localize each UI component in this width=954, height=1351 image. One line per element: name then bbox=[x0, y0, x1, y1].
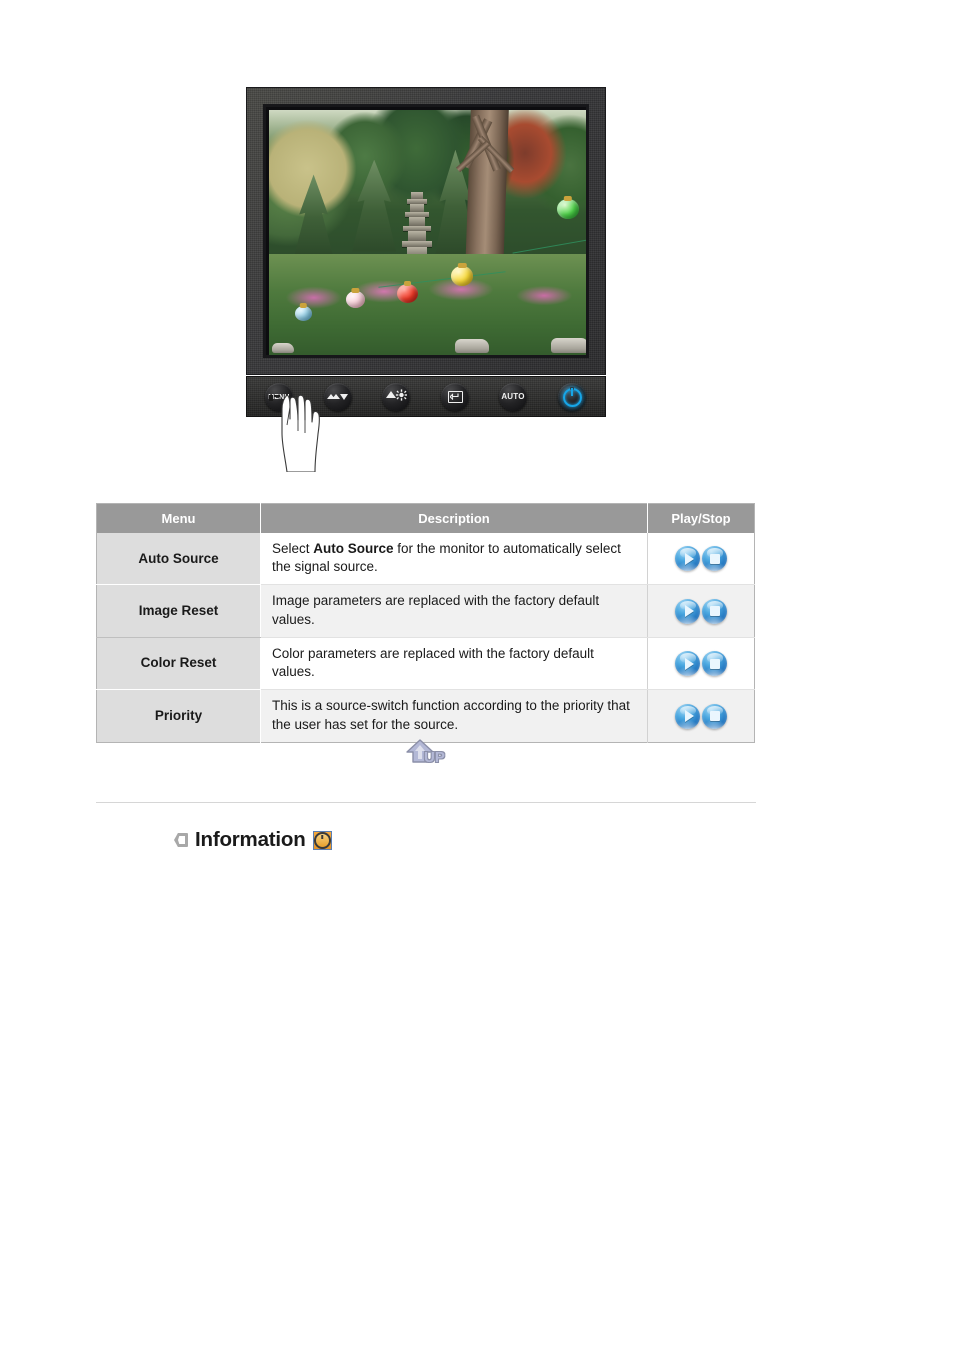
power-button[interactable] bbox=[558, 383, 586, 411]
menu-name-cell: Color Reset bbox=[96, 637, 261, 691]
stop-icon bbox=[709, 711, 720, 722]
playstop-cell bbox=[647, 533, 755, 586]
stop-button[interactable] bbox=[702, 703, 727, 729]
playstop-cell bbox=[647, 584, 755, 638]
description-text-pre: Image parameters are replaced with the f… bbox=[272, 593, 600, 627]
stop-button[interactable] bbox=[702, 651, 727, 677]
play-button[interactable] bbox=[675, 598, 700, 624]
description-cell: Image parameters are replaced with the f… bbox=[260, 584, 648, 638]
play-icon bbox=[684, 710, 694, 723]
brightness-button[interactable] bbox=[382, 383, 410, 411]
play-button[interactable] bbox=[675, 703, 700, 729]
clock-icon[interactable] bbox=[312, 830, 332, 850]
playstop-cell bbox=[647, 637, 755, 691]
scene-stone bbox=[550, 338, 586, 354]
scene-stone bbox=[454, 339, 489, 354]
monitor-inner-frame bbox=[263, 104, 589, 358]
scene-lantern-pink bbox=[345, 291, 365, 309]
information-section-heading: Information bbox=[174, 828, 332, 852]
stop-icon bbox=[709, 553, 720, 564]
description-cell: Select Auto Source for the monitor to au… bbox=[260, 533, 648, 586]
stop-icon bbox=[709, 606, 720, 617]
playstop-cell bbox=[647, 689, 755, 743]
section-divider bbox=[96, 802, 756, 803]
scene-stone bbox=[272, 343, 295, 354]
stop-button[interactable] bbox=[702, 546, 727, 572]
play-button[interactable] bbox=[675, 546, 700, 572]
menu-name-cell: Auto Source bbox=[96, 533, 261, 586]
volume-down-icon bbox=[327, 391, 349, 403]
menu-name-cell: Priority bbox=[96, 689, 261, 743]
up-button-label: UP bbox=[424, 749, 445, 766]
column-header-description: Description bbox=[260, 503, 648, 533]
play-icon bbox=[684, 657, 694, 670]
description-text-pre: Select bbox=[272, 541, 314, 556]
table-row: Priority This is a source-switch functio… bbox=[96, 689, 755, 743]
power-icon bbox=[562, 387, 582, 407]
scroll-to-top-button[interactable]: UP bbox=[406, 739, 452, 771]
play-button[interactable] bbox=[675, 651, 700, 677]
osd-menu-table: Menu Description Play/Stop Auto Source S… bbox=[96, 503, 755, 743]
description-cell: This is a source-switch function accordi… bbox=[260, 689, 648, 743]
menu-name-cell: Image Reset bbox=[96, 584, 261, 638]
auto-button[interactable]: AUTO bbox=[499, 383, 527, 411]
stop-icon bbox=[709, 658, 720, 669]
description-text-pre: This is a source-switch function accordi… bbox=[272, 698, 630, 732]
table-row: Image Reset Image parameters are replace… bbox=[96, 584, 755, 638]
table-header-row: Menu Description Play/Stop bbox=[96, 503, 755, 533]
chevron-bullet-icon bbox=[174, 833, 188, 847]
page-title: Information bbox=[195, 828, 306, 851]
scene-lantern-blue bbox=[294, 305, 312, 321]
table-row: Auto Source Select Auto Source for the m… bbox=[96, 533, 755, 586]
scene-azalea-shrubs bbox=[269, 253, 586, 355]
description-text-pre: Color parameters are replaced with the f… bbox=[272, 645, 594, 680]
volume-button[interactable] bbox=[324, 383, 352, 411]
column-header-playstop: Play/Stop bbox=[647, 503, 755, 533]
play-icon bbox=[684, 605, 694, 618]
monitor-screen-image bbox=[269, 110, 586, 355]
column-header-menu: Menu bbox=[96, 503, 261, 533]
brightness-up-icon bbox=[385, 388, 408, 406]
description-text-emphasis: Auto Source bbox=[313, 541, 394, 556]
clock-glyph bbox=[313, 831, 331, 849]
monitor-front-illustration: MENU AUTO bbox=[246, 87, 606, 472]
description-cell: Color parameters are replaced with the f… bbox=[260, 637, 648, 691]
table-row: Color Reset Color parameters are replace… bbox=[96, 637, 755, 691]
scene-lantern-red bbox=[397, 283, 418, 303]
menu-button[interactable]: MENU bbox=[265, 383, 293, 411]
enter-icon bbox=[447, 391, 463, 403]
monitor-control-bar: MENU AUTO bbox=[246, 376, 606, 472]
play-icon bbox=[684, 552, 694, 565]
auto-button-label: AUTO bbox=[501, 392, 525, 401]
enter-button[interactable] bbox=[441, 383, 469, 411]
stop-button[interactable] bbox=[702, 598, 727, 624]
